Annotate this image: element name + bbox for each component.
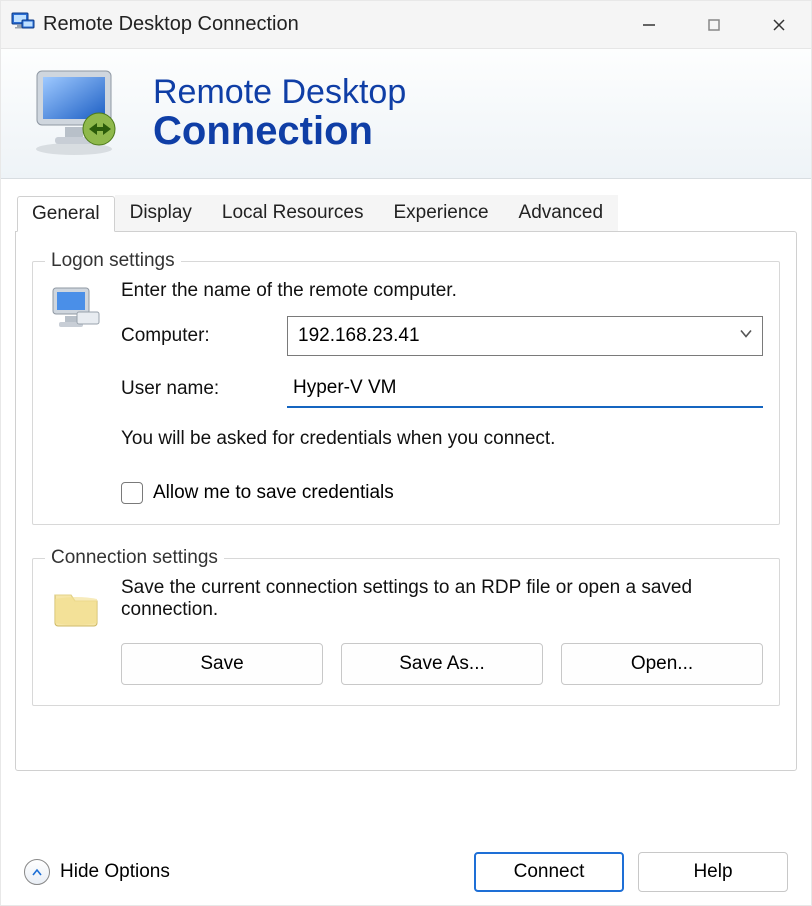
save-as-button[interactable]: Save As... bbox=[341, 643, 543, 685]
tab-advanced[interactable]: Advanced bbox=[504, 195, 619, 231]
computer-label: Computer: bbox=[121, 325, 269, 347]
group-connection-legend: Connection settings bbox=[45, 547, 224, 569]
monitor-icon bbox=[29, 65, 129, 162]
save-credentials-checkbox[interactable] bbox=[121, 482, 143, 504]
footer-bar: Hide Options Connect Help bbox=[0, 852, 812, 892]
close-icon bbox=[772, 18, 786, 32]
window-title: Remote Desktop Connection bbox=[43, 13, 616, 36]
maximize-icon bbox=[707, 18, 721, 32]
tab-general[interactable]: General bbox=[17, 196, 115, 232]
tab-display[interactable]: Display bbox=[115, 195, 207, 231]
folder-icon bbox=[49, 577, 103, 685]
group-logon-settings: Logon settings Enter the name of the rem… bbox=[32, 250, 780, 525]
connect-button[interactable]: Connect bbox=[474, 852, 624, 892]
content-area: General Display Local Resources Experien… bbox=[1, 179, 811, 771]
minimize-icon bbox=[642, 18, 656, 32]
computer-combobox[interactable] bbox=[287, 316, 763, 356]
logon-instruction: Enter the name of the remote computer. bbox=[121, 280, 763, 302]
group-connection-settings: Connection settings Save the current con… bbox=[32, 547, 780, 706]
connection-instruction: Save the current connection settings to … bbox=[121, 577, 763, 621]
hide-options-toggle[interactable]: Hide Options bbox=[24, 859, 170, 885]
tab-local-resources[interactable]: Local Resources bbox=[207, 195, 379, 231]
save-button[interactable]: Save bbox=[121, 643, 323, 685]
header-banner: Remote Desktop Connection bbox=[1, 49, 811, 179]
username-label: User name: bbox=[121, 378, 269, 400]
close-button[interactable] bbox=[746, 1, 811, 48]
maximize-button[interactable] bbox=[681, 1, 746, 48]
computer-input[interactable] bbox=[287, 316, 763, 356]
save-credentials-row: Allow me to save credentials bbox=[121, 464, 763, 504]
save-credentials-label: Allow me to save credentials bbox=[153, 482, 394, 504]
computer-row: Computer: bbox=[121, 316, 763, 356]
group-logon-legend: Logon settings bbox=[45, 250, 181, 272]
window-controls bbox=[616, 1, 811, 48]
app-icon bbox=[11, 10, 35, 39]
tab-strip: General Display Local Resources Experien… bbox=[15, 195, 797, 231]
minimize-button[interactable] bbox=[616, 1, 681, 48]
credentials-note: You will be asked for credentials when y… bbox=[121, 422, 763, 450]
header-title-line2: Connection bbox=[153, 110, 406, 153]
tab-panel-general: Logon settings Enter the name of the rem… bbox=[15, 231, 797, 771]
header-title-block: Remote Desktop Connection bbox=[153, 74, 406, 154]
tab-experience[interactable]: Experience bbox=[378, 195, 503, 231]
username-row: User name: bbox=[121, 370, 763, 408]
hide-options-label: Hide Options bbox=[60, 861, 170, 883]
help-button[interactable]: Help bbox=[638, 852, 788, 892]
open-button[interactable]: Open... bbox=[561, 643, 763, 685]
header-title-line1: Remote Desktop bbox=[153, 74, 406, 111]
username-input[interactable] bbox=[287, 370, 763, 408]
title-bar: Remote Desktop Connection bbox=[1, 1, 811, 49]
logon-settings-icon bbox=[49, 280, 103, 504]
collapse-up-icon bbox=[24, 859, 50, 885]
